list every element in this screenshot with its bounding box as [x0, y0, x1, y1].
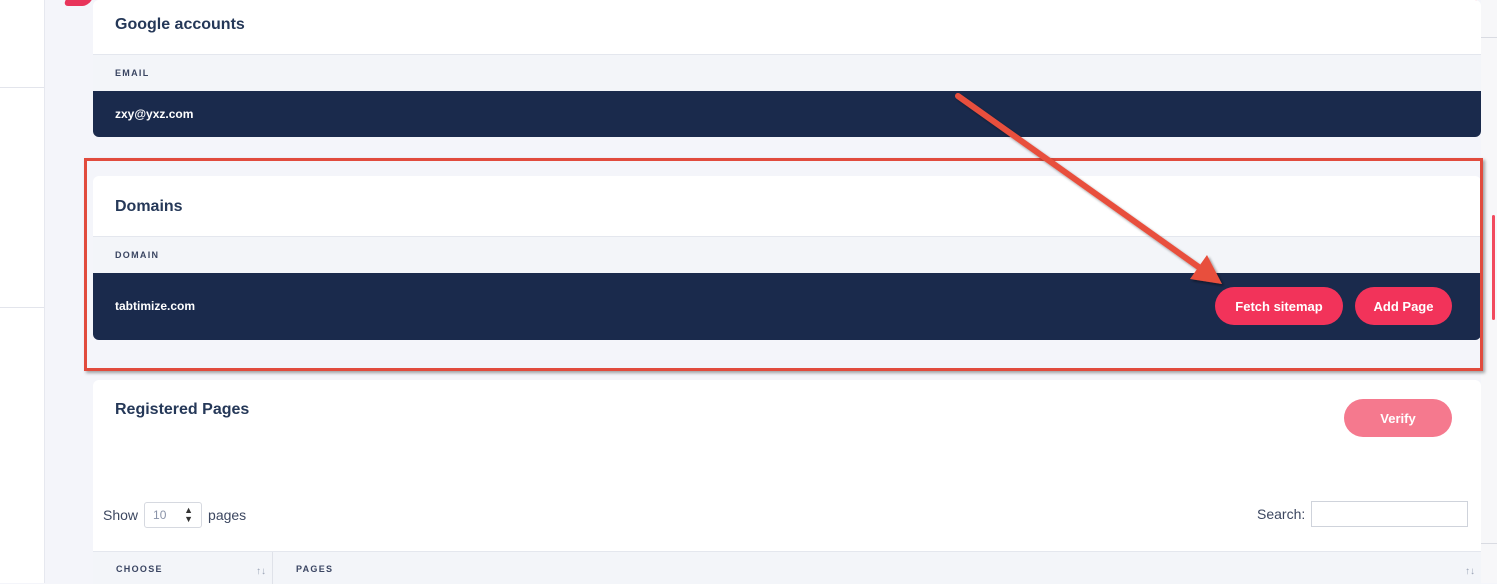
sort-arrows-icon: ↑↓ [256, 566, 266, 577]
fetch-sitemap-button[interactable]: Fetch sitemap [1215, 287, 1343, 325]
email-header-label: EMAIL [115, 68, 150, 78]
show-label: Show [103, 507, 139, 523]
add-page-button[interactable]: Add Page [1355, 287, 1452, 325]
domain-header-label: DOMAIN [115, 250, 160, 260]
page-size-select[interactable]: 10 ▲ ▼ [144, 502, 203, 528]
page-size-value: 10 [153, 508, 167, 522]
domain-column-header: DOMAIN [93, 236, 1481, 274]
sidebar-divider [0, 87, 44, 88]
domains-card: Domains DOMAIN tabtimize.com Fetch sitem… [93, 176, 1481, 340]
registered-pages-title: Registered Pages [115, 401, 250, 418]
right-panel-divider [1481, 37, 1497, 38]
column-header-pages[interactable]: PAGES ↑↓ [273, 552, 1481, 584]
right-edge-panel [1481, 0, 1497, 583]
column-label-choose: CHOOSE [116, 564, 163, 574]
email-row[interactable]: zxy@yxz.com [93, 91, 1481, 137]
pages-suffix-label: pages [208, 507, 247, 523]
right-panel-accent [1492, 215, 1495, 320]
left-sidebar [0, 0, 45, 583]
right-panel-divider [1481, 543, 1497, 544]
table-search: Search: [1257, 501, 1469, 527]
search-input[interactable] [1311, 501, 1469, 527]
sort-arrows-icon: ↑↓ [1465, 566, 1475, 577]
domain-row: tabtimize.com Fetch sitemap Add Page [93, 273, 1481, 340]
header-accent-left [62, 0, 92, 6]
email-column-header: EMAIL [93, 54, 1481, 92]
select-arrows-icon: ▲ ▼ [184, 505, 194, 524]
domain-value: tabtimize.com [115, 299, 196, 313]
column-header-choose[interactable]: CHOOSE ↑↓ [93, 552, 272, 584]
domains-title: Domains [115, 198, 183, 215]
google-accounts-title: Google accounts [115, 16, 245, 33]
page-size-control: Show 10 ▲ ▼ pages [103, 501, 246, 529]
search-label: Search: [1257, 506, 1306, 522]
column-label-pages: PAGES [296, 564, 334, 574]
google-accounts-card: Google accounts EMAIL zxy@yxz.com [93, 0, 1481, 137]
pages-table-header: CHOOSE ↑↓ PAGES ↑↓ [93, 551, 1481, 584]
verify-button[interactable]: Verify [1344, 399, 1452, 437]
email-value: zxy@yxz.com [115, 107, 194, 121]
sidebar-divider [0, 307, 44, 308]
